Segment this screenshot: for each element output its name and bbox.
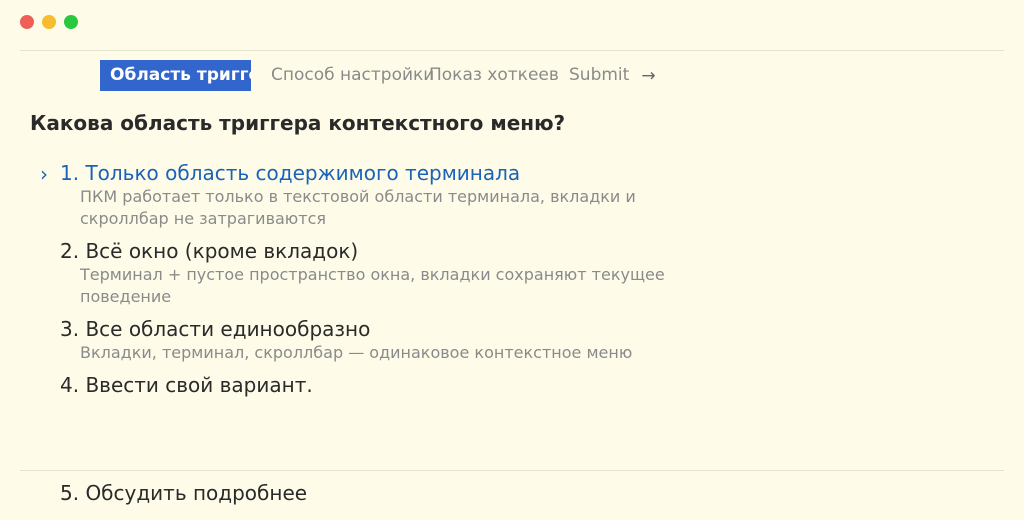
tab-config-method[interactable]: Способ настройки	[271, 60, 434, 91]
maximize-window-icon[interactable]	[64, 15, 78, 29]
question-tabs: Область триггера Способ настройки Показ …	[100, 60, 656, 91]
option-label: 1. Только область содержимого терминала	[60, 161, 521, 185]
option-whole-window[interactable]: 2. Всё окно (кроме вкладок) Терминал + п…	[40, 238, 680, 308]
close-window-icon[interactable]	[20, 15, 34, 29]
option-description: Вкладки, терминал, скроллбар — одинаково…	[80, 343, 633, 362]
option-all-areas[interactable]: 3. Все области единообразно Вкладки, тер…	[40, 316, 680, 364]
option-content-area[interactable]: › 1. Только область содержимого терминал…	[40, 160, 680, 230]
option-description: Терминал + пустое пространство окна, вкл…	[80, 265, 665, 306]
discuss-option[interactable]: 5. Обсудить подробнее	[60, 481, 307, 505]
option-custom[interactable]: 4. Ввести свой вариант.	[40, 372, 680, 398]
option-label: 2. Всё окно (кроме вкладок)	[60, 239, 359, 263]
top-divider	[20, 50, 1004, 51]
option-label: 4. Ввести свой вариант.	[60, 373, 313, 397]
selection-caret-icon: ›	[40, 162, 48, 186]
minimize-window-icon[interactable]	[42, 15, 56, 29]
tab-trigger-area[interactable]: Область триггера	[100, 60, 251, 91]
option-label: 3. Все области единообразно	[60, 317, 371, 341]
bottom-divider	[20, 470, 1004, 471]
question-title: Какова область триггера контекстного мен…	[30, 111, 566, 135]
option-description: ПКМ работает только в текстовой области …	[80, 187, 636, 228]
options-list: › 1. Только область содержимого терминал…	[40, 160, 680, 406]
tab-hotkeys[interactable]: Показ хоткеев	[429, 60, 569, 91]
tab-submit[interactable]: Submit	[569, 60, 629, 91]
window-controls	[20, 15, 78, 29]
next-arrow-icon[interactable]: →	[641, 66, 655, 86]
